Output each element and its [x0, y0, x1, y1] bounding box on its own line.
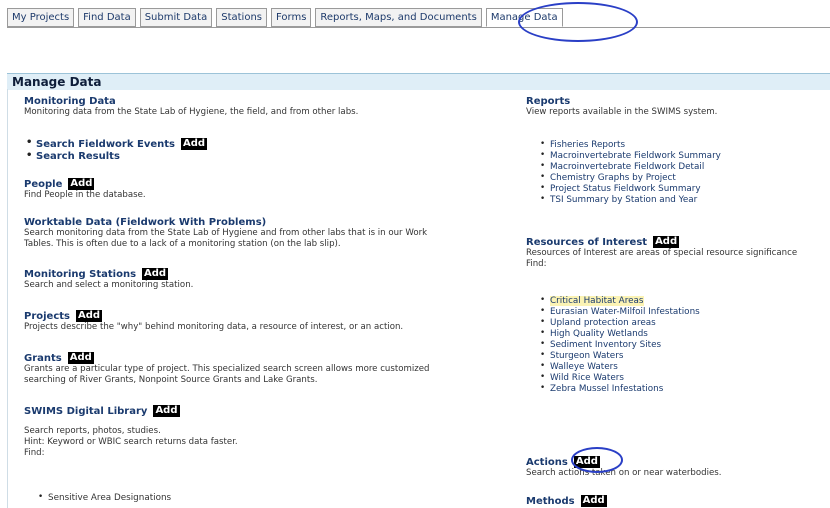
monitoring-links-list: Search Fieldwork Events Add Search Result… — [24, 137, 208, 163]
resources-find-label: Find: — [526, 259, 547, 269]
section-digital-library: SWIMS Digital Library Add Search reports,… — [24, 405, 504, 459]
section-monitoring-data: Monitoring Data Monitoring data from the… — [24, 96, 504, 118]
resource-link-zebra-mussel[interactable]: Zebra Mussel Infestations — [550, 384, 663, 394]
list-item[interactable]: High Quality Wetlands — [538, 328, 700, 340]
section-projects: Projects Add Projects describe the "why" … — [24, 310, 504, 333]
add-method-button[interactable]: Add — [580, 495, 607, 507]
tab-reports-maps-documents[interactable]: Reports, Maps, and Documents — [315, 8, 482, 27]
report-link-project-status[interactable]: Project Status Fieldwork Summary — [550, 184, 701, 194]
monitoring-data-desc: Monitoring data from the State Lab of Hy… — [24, 107, 359, 117]
tab-stations[interactable]: Stations — [216, 8, 267, 27]
list-item[interactable]: Search Results — [24, 150, 207, 163]
digital-library-find-label: Find: — [24, 448, 45, 458]
list-item[interactable]: Macroinvertebrate Fieldwork Summary — [538, 150, 721, 162]
section-methods: Methods Add — [526, 495, 826, 507]
reports-desc: View reports available in the SWIMS syst… — [526, 107, 718, 117]
list-item[interactable]: Zebra Mussel Infestations — [538, 383, 700, 395]
search-fieldwork-events-link[interactable]: Search Fieldwork Events — [36, 139, 175, 150]
resource-link-sediment[interactable]: Sediment Inventory Sites — [550, 340, 661, 350]
add-project-button[interactable]: Add — [76, 310, 103, 322]
panel-header: Manage Data — [7, 73, 830, 90]
list-item[interactable]: Fisheries Reports — [538, 139, 721, 151]
add-library-document-button[interactable]: Add — [153, 405, 180, 417]
report-link-macro-detail[interactable]: Macroinvertebrate Fieldwork Detail — [550, 162, 704, 172]
list-item[interactable]: Sensitive Area Designations — [36, 492, 171, 504]
resources-of-interest-link[interactable]: Resources of Interest — [526, 237, 647, 248]
list-item[interactable]: Critical Habitat Areas — [538, 295, 700, 307]
list-item[interactable]: Sediment Inventory Sites — [538, 339, 700, 351]
actions-desc: Search actions taken on or near waterbod… — [526, 468, 722, 478]
report-link-fisheries[interactable]: Fisheries Reports — [550, 140, 625, 150]
resource-link-walleye[interactable]: Walleye Waters — [550, 362, 618, 372]
grants-link[interactable]: Grants — [24, 353, 62, 364]
projects-desc: Projects describe the "why" behind monit… — [24, 322, 404, 332]
projects-link[interactable]: Projects — [24, 311, 70, 322]
list-item[interactable]: Upland protection areas — [538, 317, 700, 329]
search-results-link[interactable]: Search Results — [36, 151, 120, 162]
section-monitoring-stations: Monitoring Stations Add Search and select… — [24, 268, 504, 291]
actions-link[interactable]: Actions — [526, 457, 568, 468]
list-item[interactable]: Sturgeon Waters — [538, 350, 700, 362]
grants-desc-2: searching of River Grants, Nonpoint Sour… — [24, 375, 318, 385]
list-item[interactable]: Wild Rice Waters — [538, 372, 700, 384]
section-grants: Grants Add Grants are a particular type o… — [24, 352, 504, 386]
list-item[interactable]: Project Status Fieldwork Summary — [538, 183, 721, 195]
section-worktable: Worktable Data (Fieldwork With Problems)… — [24, 217, 504, 250]
monitoring-stations-link[interactable]: Monitoring Stations — [24, 269, 136, 280]
monitoring-stations-desc: Search and select a monitoring station. — [24, 280, 194, 290]
methods-link[interactable]: Methods — [526, 496, 575, 507]
add-fieldwork-event-button[interactable]: Add — [180, 138, 208, 150]
resources-list: Critical Habitat Areas Eurasian Water-Mi… — [538, 295, 700, 395]
monitoring-data-heading: Monitoring Data — [24, 96, 116, 107]
report-link-tsi[interactable]: TSI Summary by Station and Year — [550, 195, 697, 205]
tab-forms[interactable]: Forms — [271, 8, 312, 27]
tab-bar-divider — [7, 27, 830, 28]
worktable-desc-2: Tables. This is often due to a lack of a… — [24, 239, 341, 249]
list-item[interactable]: Eurasian Water-Milfoil Infestations — [538, 306, 700, 318]
resource-link-milfoil[interactable]: Eurasian Water-Milfoil Infestations — [550, 307, 700, 317]
library-find-list: Sensitive Area Designations — [36, 492, 171, 504]
resource-link-sturgeon[interactable]: Sturgeon Waters — [550, 351, 623, 361]
resources-desc: Resources of Interest are areas of speci… — [526, 248, 798, 258]
resource-link-wild-rice[interactable]: Wild Rice Waters — [550, 373, 624, 383]
list-item[interactable]: Chemistry Graphs by Project — [538, 172, 721, 184]
panel-title: Manage Data — [12, 75, 102, 89]
worktable-link[interactable]: Worktable Data (Fieldwork With Problems) — [24, 217, 504, 228]
digital-library-hint: Hint: Keyword or WBIC search returns dat… — [24, 437, 238, 447]
sensitive-area-designations-link[interactable]: Sensitive Area Designations — [48, 493, 171, 503]
highlight-oval-actions-add — [571, 447, 623, 473]
main-tab-bar: My Projects Find Data Submit Data Statio… — [7, 8, 567, 27]
list-item[interactable]: TSI Summary by Station and Year — [538, 194, 721, 206]
resource-link-wetlands[interactable]: High Quality Wetlands — [550, 329, 648, 339]
add-resource-button[interactable]: Add — [653, 236, 680, 248]
highlight-oval-manage-data-tab — [518, 2, 638, 42]
list-item[interactable]: Macroinvertebrate Fieldwork Detail — [538, 161, 721, 173]
section-reports: Reports View reports available in the SW… — [526, 96, 826, 118]
resource-link-upland[interactable]: Upland protection areas — [550, 318, 656, 328]
people-link[interactable]: People — [24, 179, 62, 190]
list-item[interactable]: Search Fieldwork Events Add — [24, 137, 208, 151]
list-item[interactable]: Walleye Waters — [538, 361, 700, 373]
add-station-button[interactable]: Add — [142, 268, 169, 280]
digital-library-desc-1: Search reports, photos, studies. — [24, 426, 161, 436]
people-desc: Find People in the database. — [24, 190, 146, 200]
add-people-button[interactable]: Add — [68, 178, 95, 190]
add-grant-button[interactable]: Add — [67, 352, 94, 364]
report-link-macro-summary[interactable]: Macroinvertebrate Fieldwork Summary — [550, 151, 721, 161]
grants-desc-1: Grants are a particular type of project.… — [24, 364, 430, 374]
reports-link[interactable]: Reports — [526, 96, 826, 107]
report-link-chemistry[interactable]: Chemistry Graphs by Project — [550, 173, 676, 183]
reports-list: Fisheries Reports Macroinvertebrate Fiel… — [538, 139, 721, 206]
section-people: People Add Find People in the database. — [24, 178, 504, 201]
tab-submit-data[interactable]: Submit Data — [139, 8, 213, 27]
digital-library-link[interactable]: SWIMS Digital Library — [24, 406, 147, 417]
worktable-desc-1: Search monitoring data from the State La… — [24, 228, 428, 238]
section-resources-of-interest: Resources of Interest Add Resources of In… — [526, 236, 830, 270]
tab-my-projects[interactable]: My Projects — [7, 8, 75, 27]
resource-link-critical-habitat[interactable]: Critical Habitat Areas — [550, 296, 644, 306]
tab-find-data[interactable]: Find Data — [78, 8, 136, 27]
